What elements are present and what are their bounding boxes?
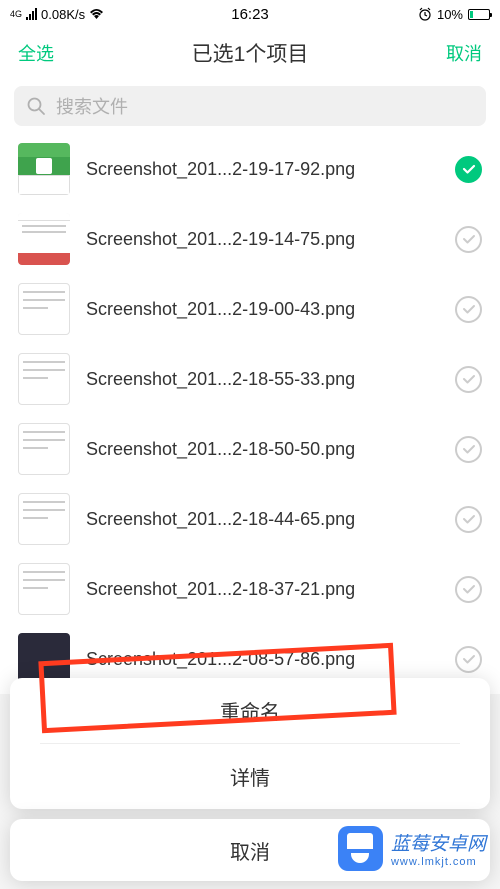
- wifi-icon: [89, 8, 104, 20]
- file-item[interactable]: Screenshot_201...2-18-55-33.png: [0, 344, 500, 414]
- selection-checkbox[interactable]: [455, 576, 482, 603]
- signal-icon: [26, 8, 37, 20]
- watermark-logo-icon: [338, 826, 383, 871]
- status-right: 10%: [418, 7, 490, 22]
- select-all-button[interactable]: 全选: [18, 40, 54, 66]
- file-item[interactable]: Screenshot_201...2-18-44-65.png: [0, 484, 500, 554]
- file-item[interactable]: Screenshot_201...2-19-14-75.png: [0, 204, 500, 274]
- header-title: 已选1个项目: [192, 38, 309, 68]
- watermark-url: www.lmkjt.com: [391, 856, 486, 868]
- status-bar: 4G 0.08K/s 16:23 10%: [0, 0, 500, 28]
- selection-checkbox[interactable]: [455, 646, 482, 673]
- status-left: 4G 0.08K/s: [10, 7, 104, 22]
- selection-checkbox[interactable]: [455, 506, 482, 533]
- file-name: Screenshot_201...2-18-50-50.png: [86, 439, 439, 460]
- file-name: Screenshot_201...2-19-00-43.png: [86, 299, 439, 320]
- selection-checkbox[interactable]: [455, 366, 482, 393]
- file-list[interactable]: Screenshot_201...2-19-17-92.png Screensho…: [0, 134, 500, 694]
- selection-checkbox[interactable]: [455, 436, 482, 463]
- rename-button[interactable]: 重命名: [10, 678, 490, 743]
- battery-percentage: 10%: [437, 7, 463, 22]
- status-time: 16:23: [231, 6, 269, 23]
- battery-icon: [468, 9, 490, 20]
- details-button[interactable]: 详情: [10, 744, 490, 809]
- search-icon: [26, 96, 46, 116]
- file-name: Screenshot_201...2-18-44-65.png: [86, 509, 439, 530]
- selection-checkbox[interactable]: [455, 226, 482, 253]
- file-item[interactable]: Screenshot_201...2-19-00-43.png: [0, 274, 500, 344]
- selection-checkbox[interactable]: [455, 296, 482, 323]
- network-speed: 0.08K/s: [41, 7, 85, 22]
- file-item[interactable]: Screenshot_201...2-18-50-50.png: [0, 414, 500, 484]
- action-sheet: 重命名 详情: [10, 678, 490, 809]
- file-name: Screenshot_201...2-08-57-86.png: [86, 649, 439, 670]
- search-input[interactable]: 搜索文件: [14, 86, 486, 126]
- selection-header: 全选 已选1个项目 取消: [0, 28, 500, 78]
- file-name: Screenshot_201...2-19-14-75.png: [86, 229, 439, 250]
- file-name: Screenshot_201...2-19-17-92.png: [86, 159, 439, 180]
- cancel-button[interactable]: 取消: [446, 40, 482, 66]
- alarm-icon: [418, 7, 432, 21]
- watermark: 蓝莓安卓网 www.lmkjt.com: [338, 826, 486, 871]
- network-type-icon: 4G: [10, 10, 22, 19]
- file-name: Screenshot_201...2-18-37-21.png: [86, 579, 439, 600]
- selection-checkbox[interactable]: [455, 156, 482, 183]
- file-item[interactable]: Screenshot_201...2-19-17-92.png: [0, 134, 500, 204]
- search-placeholder: 搜索文件: [56, 93, 128, 119]
- file-item[interactable]: Screenshot_201...2-18-37-21.png: [0, 554, 500, 624]
- search-container: 搜索文件: [0, 78, 500, 134]
- file-name: Screenshot_201...2-18-55-33.png: [86, 369, 439, 390]
- watermark-title: 蓝莓安卓网: [391, 829, 486, 856]
